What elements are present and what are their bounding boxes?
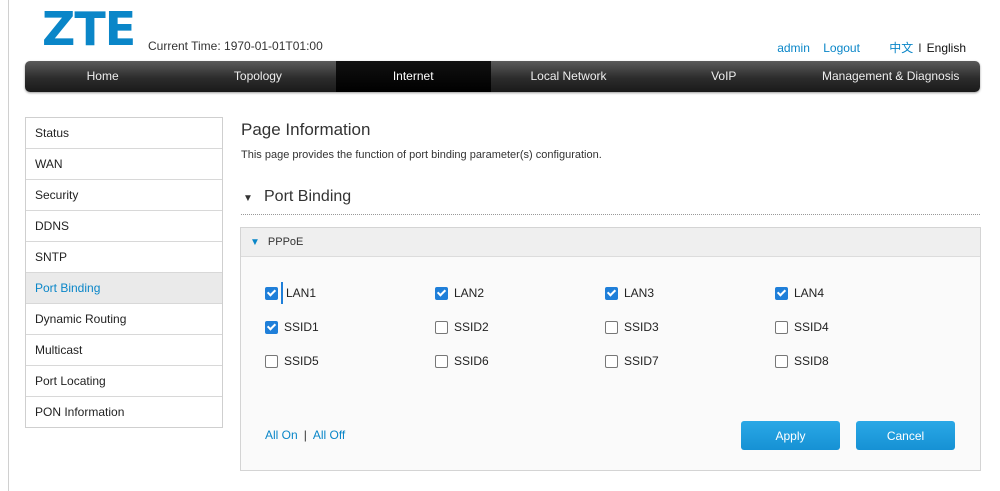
nav-internet[interactable]: Internet xyxy=(335,61,491,92)
all-on-link[interactable]: All On xyxy=(265,428,298,442)
checkbox-label: LAN3 xyxy=(624,286,655,300)
panel-title: PPPoE xyxy=(267,236,304,248)
pppoe-panel: ▼ PPPoE LAN1 LAN2 LAN3 LAN4 SSID1 SSID2 S… xyxy=(240,227,981,471)
sidebar-item-ddns[interactable]: DDNS xyxy=(26,211,222,242)
checkbox-label: LAN1 xyxy=(286,286,317,300)
checkbox-icon[interactable] xyxy=(265,354,278,368)
nav-voip[interactable]: VoIP xyxy=(646,61,801,92)
all-off-link[interactable]: All Off xyxy=(313,428,345,442)
port-checkbox-ssid3[interactable]: SSID3 xyxy=(605,320,775,334)
checkbox-icon[interactable] xyxy=(605,354,618,368)
checkbox-label: SSID6 xyxy=(454,354,489,368)
port-checkbox-lan4[interactable]: LAN4 xyxy=(775,286,945,300)
sidebar-item-sntp[interactable]: SNTP xyxy=(26,242,222,273)
checkbox-icon[interactable] xyxy=(605,320,618,334)
checkbox-icon[interactable] xyxy=(435,286,448,300)
sidebar-item-multicast[interactable]: Multicast xyxy=(26,335,222,366)
sidebar-item-port-binding[interactable]: Port Binding xyxy=(26,273,222,304)
port-checkbox-grid: LAN1 LAN2 LAN3 LAN4 SSID1 SSID2 SSID3 SS… xyxy=(265,276,985,378)
lang-separator: I xyxy=(918,41,922,55)
port-checkbox-ssid4[interactable]: SSID4 xyxy=(775,320,945,334)
port-checkbox-lan2[interactable]: LAN2 xyxy=(435,286,605,300)
port-checkbox-lan3[interactable]: LAN3 xyxy=(605,286,775,300)
checkbox-label: LAN2 xyxy=(454,286,485,300)
page-title: Page Information xyxy=(241,120,371,139)
page-description: This page provides the function of port … xyxy=(241,149,602,161)
checkbox-label: SSID3 xyxy=(624,320,659,334)
main-nav: Home Topology Internet Local Network VoI… xyxy=(25,61,980,92)
checkbox-label: LAN4 xyxy=(794,286,825,300)
lang-chinese-link[interactable]: 中文 xyxy=(889,41,913,55)
current-time: Current Time: 1970-01-01T01:00 xyxy=(148,39,323,53)
lang-english-link[interactable]: English xyxy=(927,41,966,55)
collapse-triangle-icon: ▼ xyxy=(243,193,253,204)
port-checkbox-ssid7[interactable]: SSID7 xyxy=(605,354,775,368)
nav-topology[interactable]: Topology xyxy=(180,61,335,92)
link-separator: | xyxy=(303,428,307,442)
checkbox-icon[interactable] xyxy=(265,320,278,334)
admin-link[interactable]: admin xyxy=(777,41,810,55)
logout-link[interactable]: Logout xyxy=(823,41,860,55)
sidebar-item-security[interactable]: Security xyxy=(26,180,222,211)
sidebar-item-dynamic-routing[interactable]: Dynamic Routing xyxy=(26,304,222,335)
checkbox-icon[interactable] xyxy=(605,286,618,300)
checkbox-label: SSID2 xyxy=(454,320,489,334)
sidebar-item-port-locating[interactable]: Port Locating xyxy=(26,366,222,397)
port-checkbox-ssid6[interactable]: SSID6 xyxy=(435,354,605,368)
window-frame-edge xyxy=(8,0,9,491)
checkbox-row: SSID1 SSID2 SSID3 SSID4 xyxy=(265,310,985,344)
panel-header-pppoe[interactable]: ▼ PPPoE xyxy=(241,228,980,257)
checkbox-label: SSID4 xyxy=(794,320,829,334)
top-links: admin Logout 中文 I English xyxy=(767,39,966,56)
checkbox-icon[interactable] xyxy=(435,354,448,368)
cancel-button[interactable]: Cancel xyxy=(856,421,955,450)
nav-local-network[interactable]: Local Network xyxy=(491,61,646,92)
port-checkbox-ssid8[interactable]: SSID8 xyxy=(775,354,945,368)
checkbox-label: SSID5 xyxy=(284,354,319,368)
checkbox-label: SSID1 xyxy=(284,320,319,334)
sidebar: Status WAN Security DDNS SNTP Port Bindi… xyxy=(25,117,223,428)
port-checkbox-ssid2[interactable]: SSID2 xyxy=(435,320,605,334)
focus-caret xyxy=(281,282,283,304)
checkbox-icon[interactable] xyxy=(435,320,448,334)
zte-logo: ZTE xyxy=(42,2,136,56)
collapse-triangle-icon: ▼ xyxy=(250,237,260,248)
nav-home[interactable]: Home xyxy=(25,61,180,92)
nav-management-diagnosis[interactable]: Management & Diagnosis xyxy=(801,61,980,92)
apply-button[interactable]: Apply xyxy=(741,421,840,450)
checkbox-label: SSID8 xyxy=(794,354,829,368)
checkbox-icon[interactable] xyxy=(775,354,788,368)
checkbox-row: SSID5 SSID6 SSID7 SSID8 xyxy=(265,344,985,378)
bulk-links: All On | All Off xyxy=(265,428,345,442)
checkbox-label: SSID7 xyxy=(624,354,659,368)
checkbox-icon[interactable] xyxy=(775,286,788,300)
checkbox-row: LAN1 LAN2 LAN3 LAN4 xyxy=(265,276,985,310)
section-title: Port Binding xyxy=(264,188,352,205)
checkbox-icon[interactable] xyxy=(265,286,278,300)
sidebar-item-pon-information[interactable]: PON Information xyxy=(26,397,222,427)
sidebar-item-status[interactable]: Status xyxy=(26,118,222,149)
checkbox-icon[interactable] xyxy=(775,320,788,334)
port-checkbox-ssid5[interactable]: SSID5 xyxy=(265,354,435,368)
port-checkbox-lan1[interactable]: LAN1 xyxy=(265,282,435,304)
port-checkbox-ssid1[interactable]: SSID1 xyxy=(265,320,435,334)
sidebar-item-wan[interactable]: WAN xyxy=(26,149,222,180)
section-header-port-binding[interactable]: ▼ Port Binding xyxy=(241,188,980,215)
